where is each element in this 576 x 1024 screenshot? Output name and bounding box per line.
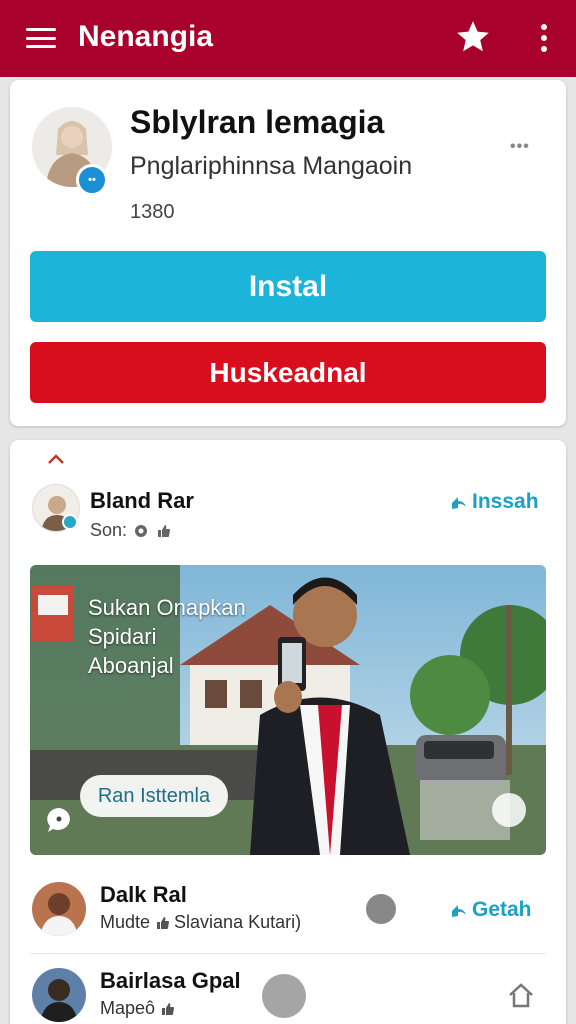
overlay-line: Sukan Onapkan: [88, 595, 246, 620]
list-item-name: Bairlasa Gpal: [100, 968, 241, 993]
globe-icon: [135, 524, 148, 537]
profile-name: Sblylran lemagia: [130, 104, 385, 140]
post-meta-text: Son:: [90, 520, 128, 540]
list-item-subtitle: Mudte Slaviana Kutari): [100, 912, 301, 933]
list-item-avatar: [32, 968, 86, 1022]
profile-count: 1380: [130, 201, 175, 223]
share-label: Inssah: [472, 490, 539, 513]
secondary-action-button[interactable]: Huskeadnal: [30, 342, 546, 403]
list-item-subtitle-text: Mapeô: [100, 998, 156, 1018]
more-options-icon[interactable]: •••: [510, 138, 530, 156]
list-item[interactable]: Dalk Ral Mudte Slaviana Kutari) Getah: [30, 878, 546, 946]
link-icon[interactable]: [366, 894, 396, 924]
overlay-pill-button[interactable]: Ran Isttemla: [80, 775, 228, 817]
app-title: Nenangia: [78, 20, 214, 53]
post-author-name: Bland Rar: [90, 488, 194, 513]
feed-card: Bland Rar Son: Inssah Sukan Onapkan Spid…: [10, 440, 566, 1024]
online-badge-icon: [62, 514, 78, 530]
post-meta: Son:: [90, 520, 171, 541]
post-image[interactable]: Sukan Onapkan Spidari Aboanjal Ran Istte…: [30, 565, 546, 855]
like-icon: [157, 916, 170, 929]
list-item-name: Dalk Ral: [100, 882, 187, 907]
like-icon: [162, 1002, 175, 1015]
profile-subtitle: Pnglariphinnsa Mangaoin: [130, 152, 413, 180]
expand-icon[interactable]: [492, 793, 526, 827]
hamburger-icon[interactable]: [26, 28, 56, 48]
list-item-action[interactable]: Getah: [450, 898, 532, 922]
list-item-location: Slaviana Kutari): [174, 912, 302, 932]
list-item-subtitle: Mapeô: [100, 998, 175, 1019]
share-icon: [452, 905, 466, 917]
comment-bubble-icon[interactable]: [44, 805, 74, 835]
post-overlay-text: Sukan Onapkan Spidari Aboanjal: [88, 593, 246, 680]
like-icon: [158, 524, 171, 537]
install-button[interactable]: Instal: [30, 251, 546, 322]
list-item-avatar: [32, 882, 86, 936]
link-icon[interactable]: [262, 974, 306, 1018]
share-icon: [452, 497, 466, 509]
star-icon[interactable]: [454, 18, 492, 56]
share-link[interactable]: Inssah: [450, 490, 539, 514]
divider: [30, 953, 546, 954]
overlay-line: Aboanjal: [88, 653, 174, 678]
list-item[interactable]: Bairlasa Gpal Mapeô: [30, 964, 546, 1024]
app-bar: Nenangia: [0, 0, 576, 77]
verified-badge-icon: ••: [76, 164, 108, 196]
list-item-subtitle-text: Mudte: [100, 912, 151, 932]
home-icon[interactable]: [506, 980, 536, 1010]
list-item-action-label: Getah: [472, 898, 532, 921]
profile-card: •• Sblylran lemagia Pnglariphinnsa Manga…: [10, 80, 566, 426]
chevron-up-icon[interactable]: [46, 452, 66, 466]
overlay-line: Spidari: [88, 624, 157, 649]
kebab-icon[interactable]: [532, 20, 556, 56]
